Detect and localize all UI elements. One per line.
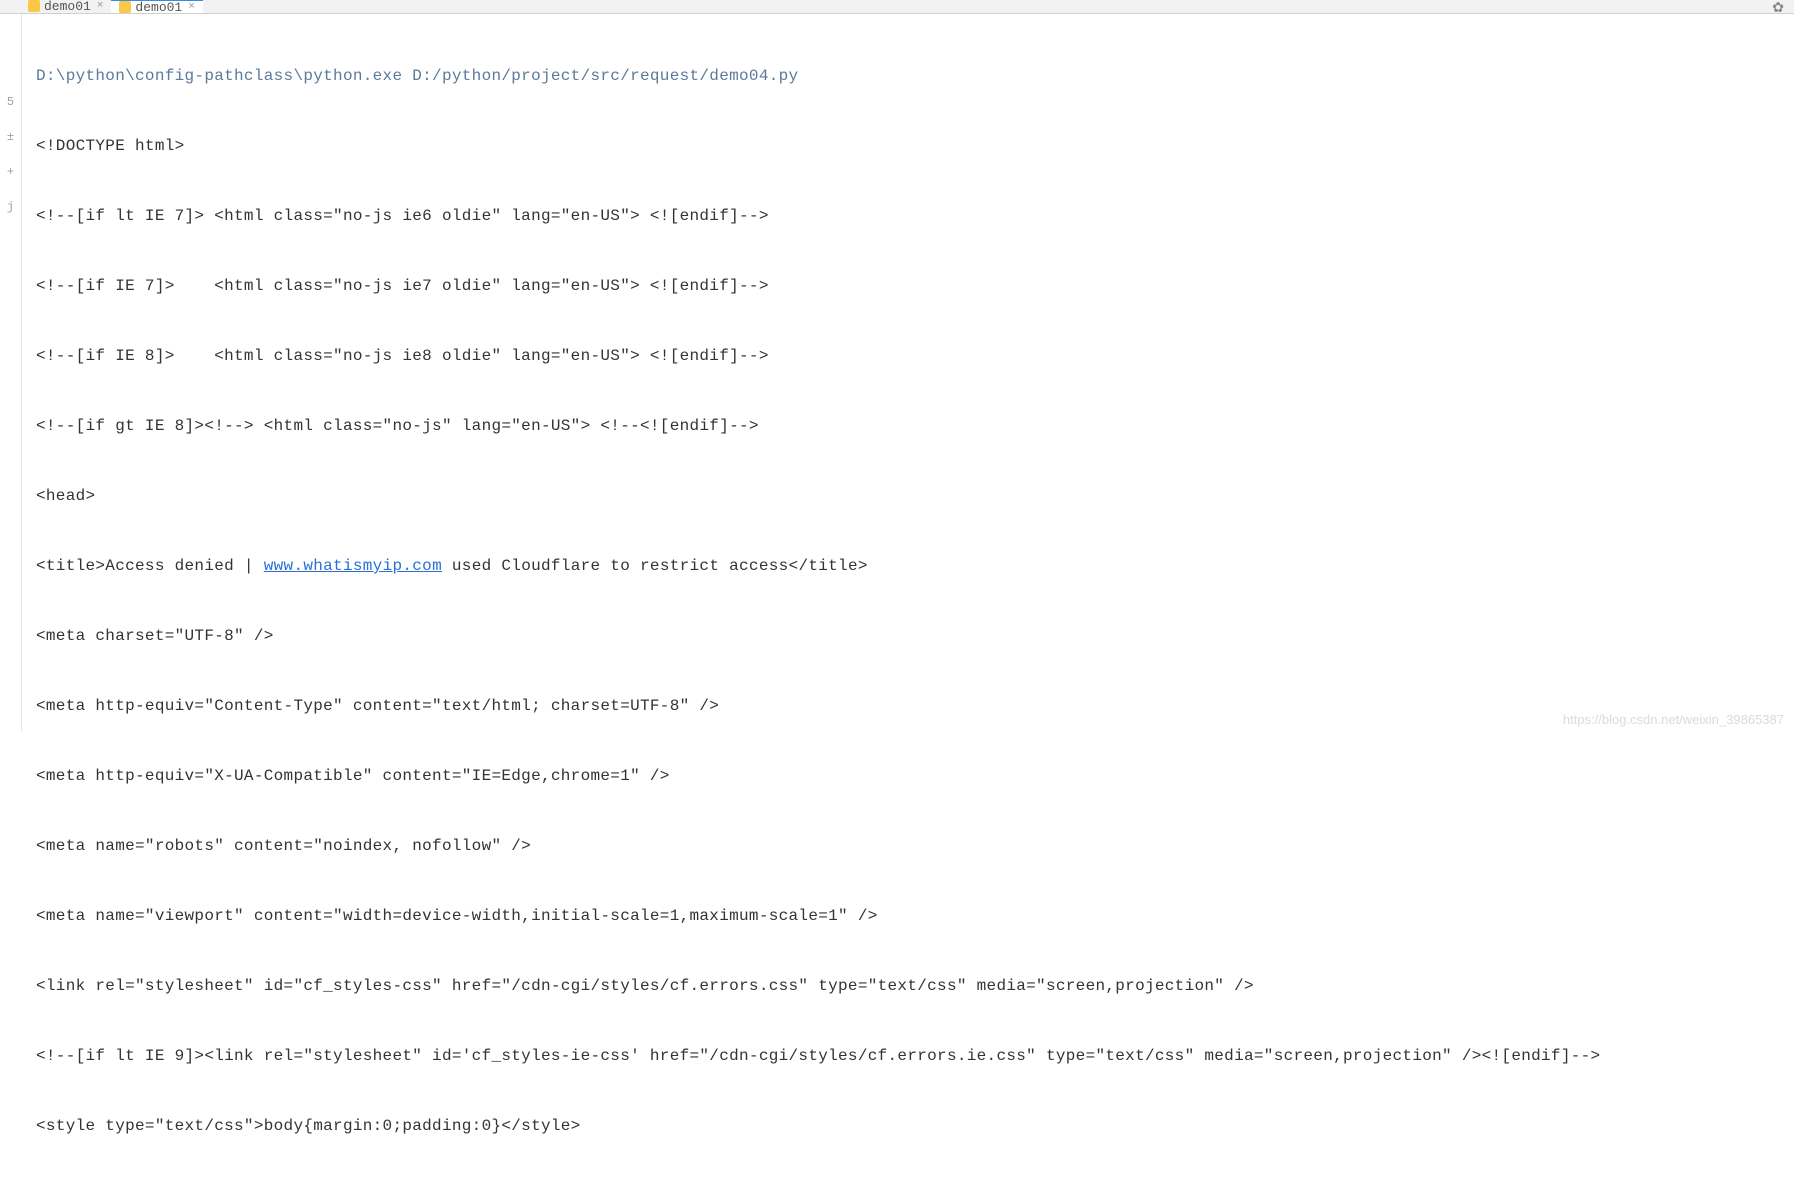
output-line: <!--[if IE 8]> <html class="no-js ie8 ol… bbox=[36, 339, 1784, 374]
output-line: <!DOCTYPE html> bbox=[36, 129, 1784, 164]
url-link[interactable]: www.whatismyip.com bbox=[264, 557, 442, 575]
close-icon[interactable]: × bbox=[97, 0, 104, 12]
tab-demo01-1[interactable]: demo01 × bbox=[20, 0, 111, 13]
output-text: used Cloudflare to restrict access</titl… bbox=[442, 557, 868, 575]
close-icon[interactable]: × bbox=[188, 1, 195, 13]
tab-label: demo01 bbox=[44, 0, 91, 13]
output-line: <!--[if IE 7]> <html class="no-js ie7 ol… bbox=[36, 269, 1784, 304]
output-text: <title>Access denied | bbox=[36, 557, 264, 575]
output-line: <title>Access denied | www.whatismyip.co… bbox=[36, 549, 1784, 584]
python-file-icon bbox=[28, 0, 40, 12]
editor-gutter: 5 ± + j bbox=[0, 14, 22, 732]
gutter-item bbox=[0, 49, 21, 84]
tabs-bar: demo01 × demo01 × ✿ bbox=[0, 0, 1794, 14]
console-output[interactable]: D:\python\config-pathclass\python.exe D:… bbox=[24, 14, 1794, 732]
output-line: <meta name="robots" content="noindex, no… bbox=[36, 829, 1784, 864]
command-line: D:\python\config-pathclass\python.exe D:… bbox=[36, 59, 1784, 94]
output-line: <!--[if lt IE 9]><link rel="stylesheet" … bbox=[36, 1039, 1784, 1074]
output-line: <!--[if lt IE 7]> <html class="no-js ie6… bbox=[36, 199, 1784, 234]
gutter-item: ± bbox=[0, 119, 21, 154]
output-line: <style type="text/css">body{margin:0;pad… bbox=[36, 1109, 1784, 1144]
output-line: <meta http-equiv="Content-Type" content=… bbox=[36, 689, 1784, 724]
gutter-item: 5 bbox=[0, 84, 21, 119]
tab-label: demo01 bbox=[135, 0, 182, 13]
gutter-item: j bbox=[0, 189, 21, 224]
output-line: <meta name="viewport" content="width=dev… bbox=[36, 899, 1784, 934]
python-file-icon bbox=[119, 1, 131, 13]
output-line: <link rel="stylesheet" id="cf_styles-css… bbox=[36, 969, 1784, 1004]
output-line: <meta charset="UTF-8" /> bbox=[36, 619, 1784, 654]
output-line: <!--[if gt IE 8]><!--> <html class="no-j… bbox=[36, 409, 1784, 444]
output-line: <meta http-equiv="X-UA-Compatible" conte… bbox=[36, 759, 1784, 794]
output-line: <head> bbox=[36, 479, 1784, 514]
tab-demo01-2[interactable]: demo01 × bbox=[111, 0, 202, 13]
watermark: https://blog.csdn.net/weixin_39865387 bbox=[1563, 712, 1784, 727]
gutter-item: + bbox=[0, 154, 21, 189]
gutter-item bbox=[0, 14, 21, 49]
